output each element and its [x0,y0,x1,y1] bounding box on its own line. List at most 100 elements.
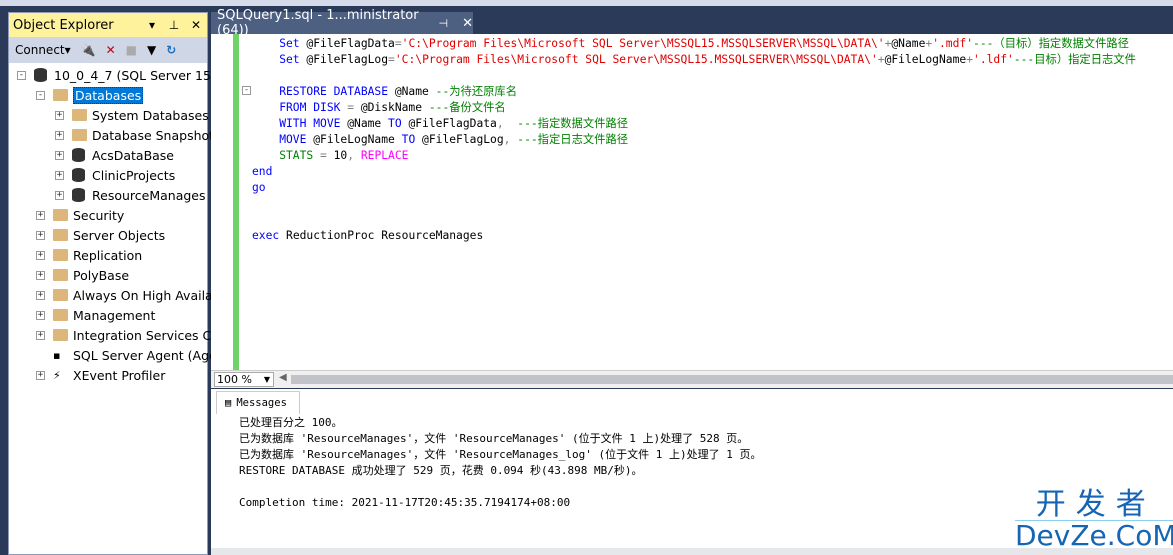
expand-icon[interactable] [36,351,45,360]
tree-node-label: 10_0_4_7 (SQL Server 15.0 [54,67,223,83]
folder-icon [53,209,68,221]
folder-icon [72,109,87,121]
expand-icon[interactable]: + [36,290,45,300]
tree-node-label: Replication [73,247,143,263]
message-line: 已为数据库 'ResourceManages'，文件 'ResourceMana… [239,432,749,445]
server-icon [34,68,47,82]
code-token: , [503,133,518,146]
expand-icon[interactable]: + [36,270,45,280]
expand-icon[interactable]: + [55,170,64,180]
horizontal-scrollbar[interactable] [291,375,1173,384]
code-token: STATS [252,149,321,162]
agent-icon: ▪ [53,348,61,362]
expand-icon[interactable]: + [36,370,45,380]
expand-icon[interactable]: + [55,150,64,160]
editor-gutter [211,34,234,370]
tree-node[interactable]: + System Databases [55,105,209,125]
watermark-logo: 开发者 DevZe.CoM [1015,490,1173,551]
pin-icon[interactable]: ⊣ [439,17,449,30]
folder-icon [53,249,68,261]
expand-icon[interactable]: + [36,250,45,260]
profiler-icon: ⚡ [53,368,61,382]
object-explorer-titlebar: Object Explorer ▾ ⊥ ✕ [9,13,207,37]
dropdown-icon[interactable]: ▾ [141,18,163,32]
expand-icon[interactable]: + [36,310,45,320]
expand-icon[interactable]: + [36,210,45,220]
close-tab-icon[interactable]: ✕ [462,16,473,31]
refresh-icon[interactable]: ↻ [166,43,176,57]
code-line: MOVE @FileLogName TO @FileFlagLog, ---指定… [252,132,628,148]
folder-icon [53,89,68,101]
code-token: = [388,53,395,66]
messages-icon: ▤ [225,397,232,409]
collapse-icon[interactable]: - [17,70,26,80]
tree-node-label: PolyBase [73,267,130,283]
expand-icon[interactable]: + [55,130,64,140]
folder-icon [53,229,68,241]
code-token: end [252,165,273,178]
tree-node[interactable]: + Server Objects [36,225,165,245]
connect-plug-icon[interactable]: 🔌 [81,43,96,57]
query-editor[interactable]: - Set @FileFlagData='C:\Program Files\Mi… [211,34,1173,370]
expand-icon[interactable]: + [55,190,64,200]
zoom-select[interactable]: 100 % ▼ [214,372,274,387]
code-token: Set [252,53,307,66]
code-token: ---指定数据文件路径 [517,117,629,130]
tree-node[interactable]: + Management [36,305,155,325]
code-line: exec ReductionProc ResourceManages [252,228,483,244]
code-token: REPLACE [360,149,409,162]
tree-node[interactable]: + ResourceManages [55,185,206,205]
tree-node-label: ClinicProjects [92,167,176,183]
tab-sqlquery1[interactable]: SQLQuery1.sql - 1...ministrator (64)) ⊣ … [211,8,473,38]
code-token: @FileFlagData [408,117,497,130]
filter-icon[interactable]: ▼ [147,43,156,57]
tree-node-label: Security [73,207,125,223]
tree-node[interactable]: + Security [36,205,124,225]
code-token: @FileFlagData [306,37,395,50]
tree-node[interactable]: + Replication [36,245,142,265]
code-line: end [252,164,272,180]
scroll-left-icon[interactable]: ◀ [279,372,287,383]
main-toolbar-strip [0,0,1173,6]
collapse-icon[interactable]: - [242,86,251,95]
folder-icon [53,269,68,281]
folder-icon [53,309,68,321]
code-line: RESTORE DATABASE @Name --为待还原库名 [252,84,517,100]
stop-icon[interactable]: ■ [126,43,137,57]
code-token: @Name [394,85,436,98]
code-token: @FileFlagLog [306,53,389,66]
editor-zoom-bar: 100 % ▼ ◀ [211,370,1173,388]
code-token: = [347,101,361,114]
tree-node[interactable]: - Databases [36,85,144,105]
code-token: FROM DISK [252,101,348,114]
tree-node[interactable]: + ⚡ XEvent Profiler [36,365,165,385]
connect-button[interactable]: Connect▾ [15,43,71,57]
close-icon[interactable]: ✕ [185,18,207,32]
code-token: RESTORE DATABASE [252,85,395,98]
tree-node[interactable]: + Database Snapshot [55,125,214,145]
tree-node[interactable]: + ClinicProjects [55,165,175,185]
tree-node[interactable]: + Always On High Availal [36,285,216,305]
tree-node[interactable]: + PolyBase [36,265,129,285]
code-token: exec [252,229,287,242]
disconnect-icon[interactable]: ✕ [106,43,116,57]
code-token: @FileFlagLog [422,133,504,146]
code-token: + [966,53,974,66]
tree-node[interactable]: ▪ SQL Server Agent (Age [36,345,217,365]
code-token: '.mdf' [932,37,974,50]
code-token: go [252,181,266,194]
pin-icon[interactable]: ⊥ [163,18,185,32]
change-tracking-bar [233,34,239,370]
expand-icon[interactable]: + [55,110,64,120]
tree-node-label: Always On High Availal [73,287,217,303]
expand-icon[interactable]: + [36,230,45,240]
tab-messages[interactable]: ▤ Messages [216,391,300,414]
tree-node[interactable]: - 10_0_4_7 (SQL Server 15.0 [17,65,223,85]
message-line: Completion time: 2021-11-17T20:45:35.719… [239,496,571,509]
collapse-icon[interactable]: - [36,90,45,100]
tree-node[interactable]: + Integration Services Ca [36,325,219,345]
tree-node[interactable]: + AcsDataBase [55,145,174,165]
expand-icon[interactable]: + [36,330,45,340]
tree-node-label: System Databases [92,107,209,123]
tree-node-label: Databases [73,86,144,104]
